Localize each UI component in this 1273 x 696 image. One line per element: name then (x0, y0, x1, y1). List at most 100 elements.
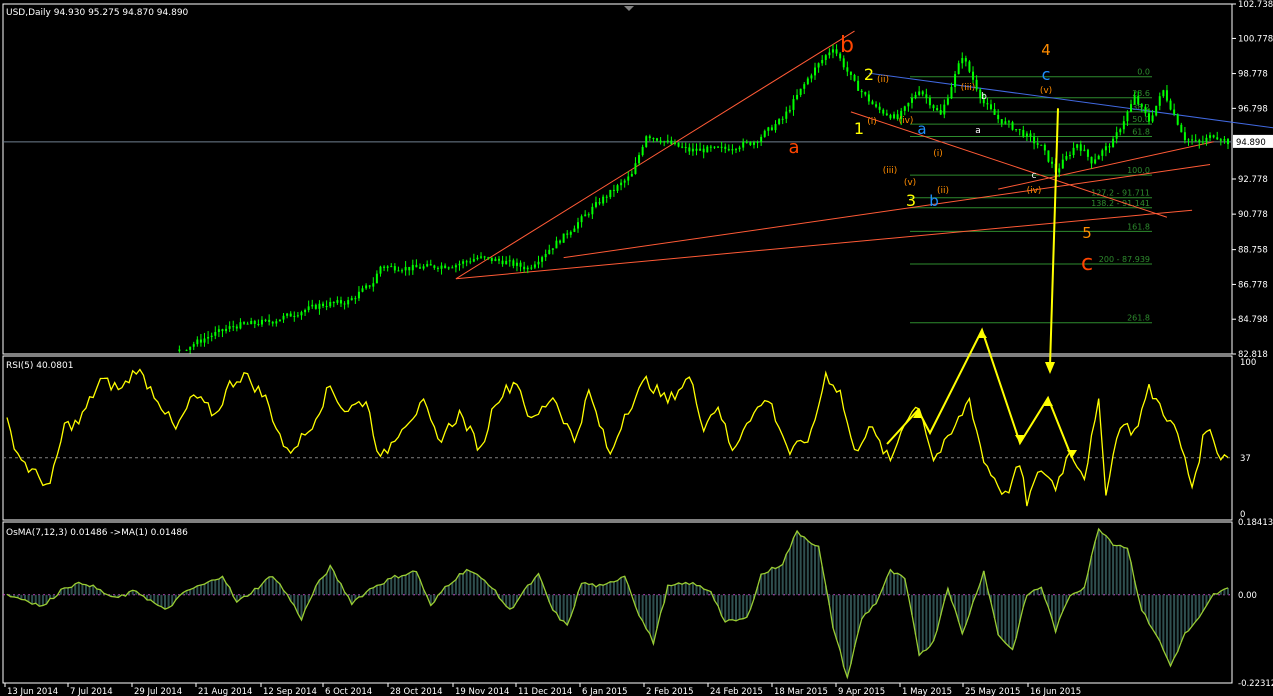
candle-body (1079, 144, 1082, 151)
candle-body (537, 261, 540, 265)
candle-body (515, 262, 518, 266)
x-tick-label: 29 Jul 2014 (134, 687, 182, 696)
candle-body (903, 106, 906, 111)
candle-body (749, 141, 752, 145)
candle-body (1155, 105, 1158, 116)
candle-body (1029, 133, 1032, 137)
wave-label: c (1042, 65, 1051, 84)
x-tick-label: 1 May 2015 (902, 687, 952, 696)
candle-body (1065, 156, 1068, 160)
rsi-tick-label: 37 (1240, 454, 1251, 464)
rsi-forecast-zigzag (886, 327, 1073, 459)
candle-body (519, 262, 522, 267)
candle-body (673, 142, 676, 144)
forecast-arrow (1049, 108, 1059, 367)
fib-label: 61.8 (1132, 127, 1150, 136)
candle-body (681, 146, 684, 148)
candle-body (925, 94, 928, 98)
wave-label: (ii) (877, 75, 889, 85)
candle-body (228, 326, 231, 329)
candle-body (627, 176, 630, 181)
candle-body (706, 146, 709, 153)
candle-body (738, 147, 741, 150)
candle-body (961, 58, 964, 64)
candle-body (810, 75, 813, 79)
candle-body (1223, 139, 1226, 141)
wave-label: c (1032, 171, 1037, 181)
x-tick-label: 2 Feb 2015 (646, 687, 694, 696)
candle-body (620, 182, 623, 186)
candle-body (975, 79, 978, 90)
candle-body (314, 304, 317, 309)
fib-label: 161.8 (1127, 222, 1150, 231)
candle-body (806, 78, 809, 85)
candle-body (950, 86, 953, 99)
candle-body (444, 265, 447, 269)
candle-body (964, 58, 967, 62)
candle-body (361, 288, 364, 292)
candle-body (505, 260, 508, 265)
wave-label: (iv) (1027, 186, 1042, 196)
candle-body (325, 306, 328, 308)
candle-body (1180, 124, 1183, 133)
candle-body (803, 84, 806, 89)
candle-body (404, 266, 407, 271)
osma-panel[interactable] (3, 527, 1232, 680)
candle-body (1194, 140, 1197, 142)
candle-body (275, 321, 278, 324)
candle-body (857, 80, 860, 91)
candle-body (763, 130, 766, 137)
candle-body (598, 202, 601, 204)
candle-body (760, 136, 763, 142)
candle-body (691, 148, 694, 152)
candle-body (724, 146, 727, 149)
y-tick-label: 88.758 (1238, 246, 1268, 256)
candle-body (343, 303, 346, 305)
wave-label: a (917, 120, 926, 138)
candle-body (907, 102, 910, 107)
candle-body (986, 103, 989, 105)
candle-body (1191, 139, 1194, 141)
candle-body (372, 283, 375, 287)
candle-body (659, 140, 662, 143)
candle-body (512, 260, 515, 266)
candle-body (921, 91, 924, 95)
candle-body (573, 228, 576, 232)
y-tick-label: 84.798 (1238, 315, 1268, 325)
candle-body (1033, 136, 1036, 144)
candle-body (745, 141, 748, 143)
scroll-marker-icon[interactable] (624, 6, 634, 11)
osma-header: OsMA(7,12,3) 0.01486 ->MA(1) 0.01486 (6, 528, 188, 538)
candle-body (318, 303, 321, 309)
candle-body (695, 148, 698, 151)
y-tick-label: 100.778 (1238, 34, 1273, 44)
candle-body (770, 127, 773, 131)
x-tick-label: 11 Dec 2014 (518, 687, 572, 696)
candle-body (1173, 109, 1176, 115)
candle-body (1162, 90, 1165, 97)
x-tick-label: 6 Oct 2014 (325, 687, 372, 696)
x-tick-label: 7 Jul 2014 (70, 687, 113, 696)
candle-body (972, 71, 975, 80)
candle-body (591, 206, 594, 215)
candle-body (576, 222, 579, 229)
fib-label: 0.0 (1137, 68, 1150, 77)
candle-body (304, 310, 307, 313)
candle-body (1104, 146, 1107, 151)
candle-body (1165, 90, 1168, 101)
y-tick-label: 90.778 (1238, 210, 1268, 220)
candle-body (756, 141, 759, 143)
candle-body (217, 329, 220, 332)
candle-body (875, 104, 878, 107)
price-header: USD,Daily 94.930 95.275 94.870 94.890 (6, 8, 189, 18)
candle-body (954, 74, 957, 87)
candle-body (178, 349, 181, 352)
candle-body (993, 109, 996, 115)
candle-body (1216, 137, 1219, 140)
candle-body (594, 202, 597, 207)
candle-body (630, 173, 633, 177)
candle-body (354, 298, 357, 300)
candle-body (454, 265, 457, 268)
candle-body (580, 216, 583, 223)
candle-body (1158, 96, 1161, 106)
